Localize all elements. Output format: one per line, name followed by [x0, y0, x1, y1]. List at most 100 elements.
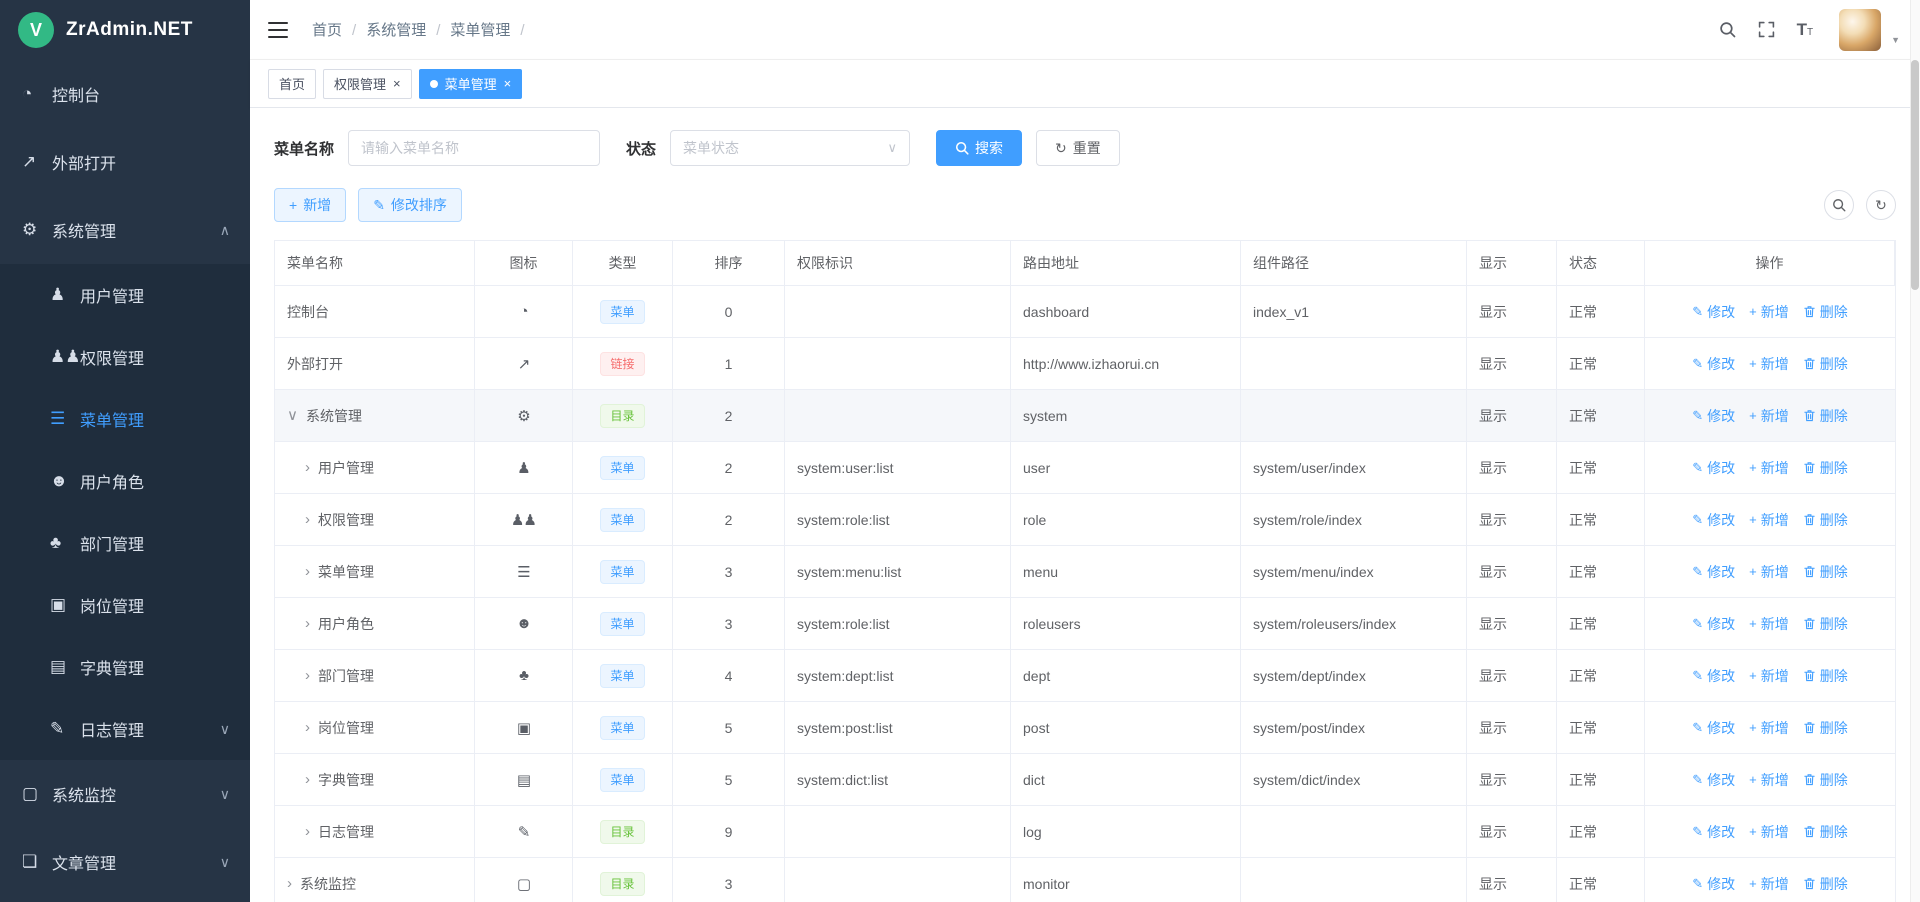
user-icon: ♟ [517, 459, 529, 477]
add-link[interactable]: + 新增 [1749, 562, 1789, 582]
breadcrumb-item[interactable]: 首页 [312, 19, 366, 40]
scrollbar-thumb[interactable] [1911, 60, 1919, 290]
edit-link[interactable]: ✎ 修改 [1692, 666, 1735, 686]
sidebar-item[interactable]: ⚙ 系统管理 ∧ [0, 196, 250, 264]
delete-link-label: 删除 [1820, 770, 1848, 790]
delete-link[interactable]: 删除 [1803, 666, 1848, 686]
chevron-right-icon[interactable]: › [305, 668, 310, 683]
type-tag: 菜单 [600, 508, 644, 532]
chevron-right-icon[interactable]: › [305, 564, 310, 579]
chevron-right-icon[interactable]: › [305, 512, 310, 527]
view-tab[interactable]: 菜单管理 × [419, 69, 523, 99]
sidebar-item[interactable]: ✎ 日志管理 ∨ [0, 698, 250, 760]
add-link[interactable]: + 新增 [1749, 718, 1789, 738]
status-select[interactable]: 菜单状态 ∨ [670, 130, 910, 166]
delete-link[interactable]: 删除 [1803, 822, 1848, 842]
app-logo[interactable]: V ZrAdmin.NET [0, 0, 250, 60]
sidebar-item[interactable]: ▣ 岗位管理 [0, 574, 250, 636]
user-avatar[interactable] [1839, 9, 1881, 51]
view-tab[interactable]: 权限管理 × [323, 69, 412, 99]
sidebar-item[interactable]: ♟ 用户管理 [0, 264, 250, 326]
edit-link[interactable]: ✎ 修改 [1692, 614, 1735, 634]
edit-link[interactable]: ✎ 修改 [1692, 822, 1735, 842]
font-size-icon[interactable]: TT [1797, 21, 1814, 38]
delete-link[interactable]: 删除 [1803, 458, 1848, 478]
delete-icon [1803, 513, 1816, 526]
add-link[interactable]: + 新增 [1749, 406, 1789, 426]
add-link[interactable]: + 新增 [1749, 302, 1789, 322]
edit-link[interactable]: ✎ 修改 [1692, 458, 1735, 478]
sidebar-item-label: 权限管理 [80, 345, 144, 369]
show-search-button[interactable] [1824, 190, 1854, 220]
sidebar-item[interactable]: ▢ 系统监控 ∨ [0, 760, 250, 828]
sidebar-item[interactable]: ♣ 部门管理 [0, 512, 250, 574]
edit-link[interactable]: ✎ 修改 [1692, 718, 1735, 738]
refresh-table-button[interactable]: ↻ [1866, 190, 1896, 220]
add-link[interactable]: + 新增 [1749, 874, 1789, 894]
edit-link[interactable]: ✎ 修改 [1692, 302, 1735, 322]
delete-link[interactable]: 删除 [1803, 510, 1848, 530]
sidebar-item[interactable]: ♟♟ 权限管理 [0, 326, 250, 388]
delete-link[interactable]: 删除 [1803, 302, 1848, 322]
route-cell: user [1011, 442, 1241, 493]
delete-link[interactable]: 删除 [1803, 874, 1848, 894]
sidebar-item[interactable]: ▤ 字典管理 [0, 636, 250, 698]
view-tab[interactable]: 首页 [268, 69, 316, 99]
caret-down-icon[interactable]: ▼ [1891, 35, 1900, 45]
chevron-right-icon[interactable]: › [305, 460, 310, 475]
breadcrumb-item[interactable]: 菜单管理 [450, 19, 534, 40]
collapse-sidebar-icon[interactable] [268, 21, 288, 39]
chevron-down-icon[interactable]: ∨ [287, 408, 298, 423]
reset-button[interactable]: ↻ 重置 [1036, 130, 1120, 166]
add-link[interactable]: + 新增 [1749, 822, 1789, 842]
edit-sort-button[interactable]: ✎ 修改排序 [358, 188, 462, 222]
add-link[interactable]: + 新增 [1749, 458, 1789, 478]
delete-link[interactable]: 删除 [1803, 562, 1848, 582]
sidebar-item-label: 系统管理 [52, 218, 116, 242]
close-icon[interactable]: × [504, 77, 512, 90]
edit-link[interactable]: ✎ 修改 [1692, 770, 1735, 790]
column-header: 状态 [1557, 241, 1645, 285]
add-link[interactable]: + 新增 [1749, 666, 1789, 686]
delete-link[interactable]: 删除 [1803, 354, 1848, 374]
type-tag: 菜单 [600, 768, 644, 792]
chevron-right-icon[interactable]: › [305, 824, 310, 839]
add-link[interactable]: + 新增 [1749, 354, 1789, 374]
menu-name-input[interactable] [348, 130, 600, 166]
sidebar-item[interactable]: ❏ 文章管理 ∨ [0, 828, 250, 896]
chevron-right-icon[interactable]: › [305, 616, 310, 631]
search-icon[interactable] [1719, 21, 1736, 38]
chevron-right-icon[interactable]: › [305, 772, 310, 787]
edit-link[interactable]: ✎ 修改 [1692, 406, 1735, 426]
delete-link[interactable]: 删除 [1803, 770, 1848, 790]
add-button[interactable]: + 新增 [274, 188, 346, 222]
fullscreen-icon[interactable] [1758, 21, 1775, 38]
sidebar-item[interactable]: ☻ 用户角色 [0, 450, 250, 512]
search-button[interactable]: 搜索 [936, 130, 1022, 166]
sidebar-item[interactable]: ↗ 外部打开 [0, 128, 250, 196]
delete-link[interactable]: 删除 [1803, 718, 1848, 738]
add-link-label: 新增 [1761, 666, 1789, 686]
main-area: 首页 系统管理 菜单管理 TT [250, 0, 1920, 902]
breadcrumb-item[interactable]: 系统管理 [366, 19, 450, 40]
delete-link[interactable]: 删除 [1803, 614, 1848, 634]
close-icon[interactable]: × [393, 77, 401, 90]
sidebar-item[interactable]: ☰ 菜单管理 [0, 388, 250, 450]
delete-link[interactable]: 删除 [1803, 406, 1848, 426]
menu-list-icon: ☰ [517, 563, 529, 581]
edit-link[interactable]: ✎ 修改 [1692, 510, 1735, 530]
edit-link[interactable]: ✎ 修改 [1692, 562, 1735, 582]
chevron-right-icon[interactable]: › [287, 876, 292, 891]
edit-link[interactable]: ✎ 修改 [1692, 354, 1735, 374]
add-link[interactable]: + 新增 [1749, 510, 1789, 530]
gear-icon: ⚙ [517, 407, 529, 425]
add-link[interactable]: + 新增 [1749, 614, 1789, 634]
chevron-down-icon: ∨ [888, 140, 898, 156]
add-link[interactable]: + 新增 [1749, 770, 1789, 790]
chevron-right-icon[interactable]: › [305, 720, 310, 735]
edit-link-label: 修改 [1707, 458, 1735, 478]
sidebar-item[interactable]: ◔ 控制台 [0, 60, 250, 128]
status-cell: 正常 [1557, 494, 1645, 545]
perm-cell [785, 858, 1011, 902]
edit-link[interactable]: ✎ 修改 [1692, 874, 1735, 894]
